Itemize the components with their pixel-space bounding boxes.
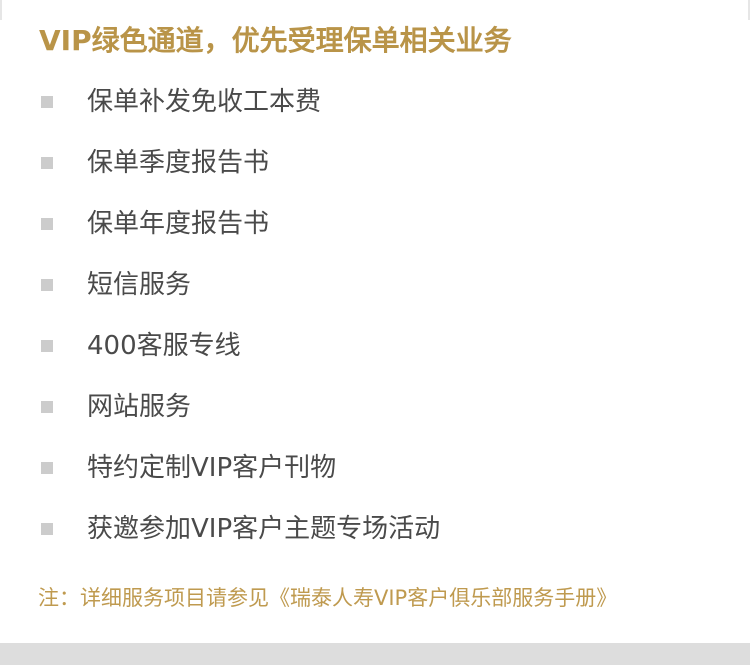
list-item-label: 保单补发免收工本费: [87, 87, 322, 117]
list-item-label: 网站服务: [87, 392, 192, 422]
square-bullet-icon: [41, 279, 53, 291]
list-item-label: 保单季度报告书: [87, 148, 270, 178]
list-item-label: 保单年度报告书: [87, 209, 270, 239]
list-item: 保单季度报告书: [0, 133, 750, 194]
square-bullet-icon: [41, 96, 53, 108]
square-bullet-icon: [41, 401, 53, 413]
list-item: 400客服专线: [0, 316, 750, 377]
list-item: 保单补发免收工本费: [0, 72, 750, 133]
bottom-bar: [0, 643, 750, 665]
list-item: 获邀参加VIP客户主题专场活动: [0, 499, 750, 560]
list-item: 网站服务: [0, 377, 750, 438]
service-list: 保单补发免收工本费 保单季度报告书 保单年度报告书 短信服务 400客服专线 网…: [0, 72, 750, 560]
list-item-label: 获邀参加VIP客户主题专场活动: [87, 514, 441, 544]
square-bullet-icon: [41, 340, 53, 352]
list-item: 保单年度报告书: [0, 194, 750, 255]
list-item-label: 特约定制VIP客户刊物: [87, 453, 337, 483]
page-title: VIP绿色通道，优先受理保单相关业务: [39, 24, 512, 57]
footnote: 注：详细服务项目请参见《瑞泰人寿VIP客户俱乐部服务手册》: [38, 586, 618, 610]
list-item: 特约定制VIP客户刊物: [0, 438, 750, 499]
list-item-label: 短信服务: [87, 270, 192, 300]
square-bullet-icon: [41, 157, 53, 169]
square-bullet-icon: [41, 462, 53, 474]
list-item: 短信服务: [0, 255, 750, 316]
square-bullet-icon: [41, 523, 53, 535]
top-left-divider: [0, 0, 2, 20]
list-item-label: 400客服专线: [87, 331, 241, 361]
service-page: VIP绿色通道，优先受理保单相关业务 保单补发免收工本费 保单季度报告书 保单年…: [0, 0, 750, 665]
square-bullet-icon: [41, 218, 53, 230]
